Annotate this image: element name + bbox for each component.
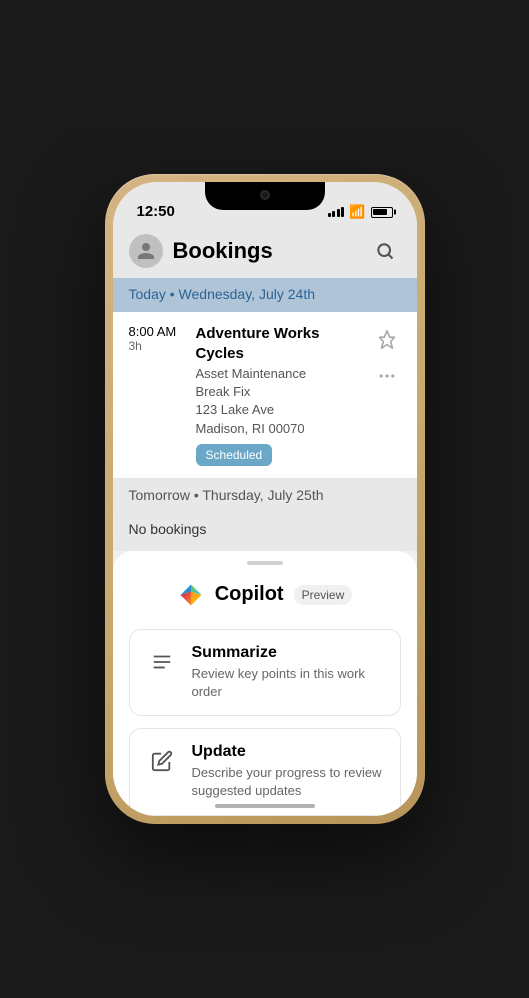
today-label: Today • Wednesday, July 24th (129, 286, 316, 302)
app-header: Bookings (113, 226, 417, 278)
tomorrow-label: Tomorrow • Thursday, July 25th (129, 487, 324, 503)
update-desc: Describe your progress to review suggest… (192, 764, 384, 800)
status-badge: Scheduled (196, 444, 273, 466)
no-bookings-text: No bookings (129, 521, 207, 537)
booking-time-main: 8:00 AM (129, 324, 184, 339)
summarize-title: Summarize (192, 644, 384, 662)
booking-card[interactable]: 8:00 AM 3h Adventure Works Cycles Asset … (113, 312, 417, 479)
home-indicator (215, 804, 315, 808)
wifi-icon: 📶 (349, 204, 365, 220)
booking-details: Adventure Works Cycles Asset Maintenance… (196, 324, 361, 466)
preview-badge: Preview (294, 585, 353, 605)
update-action-card[interactable]: Update Describe your progress to review … (129, 728, 401, 815)
update-title: Update (192, 743, 384, 761)
booking-duration: 3h (129, 339, 184, 353)
update-icon (146, 745, 178, 777)
no-bookings-section: No bookings (113, 513, 417, 551)
more-options-icon[interactable] (373, 362, 401, 390)
summarize-desc: Review key points in this work order (192, 665, 384, 701)
summarize-action-card[interactable]: Summarize Review key points in this work… (129, 629, 401, 716)
signal-icon (328, 207, 345, 217)
booking-time: 8:00 AM 3h (129, 324, 184, 353)
summarize-icon (146, 646, 178, 678)
copilot-header: Copilot Preview (129, 581, 401, 609)
phone-frame: 12:50 📶 (105, 174, 425, 824)
navigation-icon[interactable] (373, 326, 401, 354)
notch (205, 182, 325, 210)
today-banner: Today • Wednesday, July 24th (113, 278, 417, 312)
front-camera (260, 190, 270, 200)
battery-icon (371, 207, 393, 218)
header-left: Bookings (129, 234, 273, 268)
booking-service: Asset Maintenance Break Fix 123 Lake Ave… (196, 365, 361, 438)
phone-screen: 12:50 📶 (113, 182, 417, 816)
avatar[interactable] (129, 234, 163, 268)
status-icons: 📶 (328, 204, 393, 220)
status-time: 12:50 (137, 203, 175, 220)
sheet-handle (247, 561, 283, 565)
page-title: Bookings (173, 238, 273, 264)
summarize-text: Summarize Review key points in this work… (192, 644, 384, 701)
search-button[interactable] (369, 235, 401, 267)
booking-company: Adventure Works Cycles (196, 324, 361, 363)
copilot-logo-icon (177, 581, 205, 609)
copilot-sheet: Copilot Preview Summarize Review k (113, 551, 417, 816)
copilot-title: Copilot (215, 583, 284, 606)
app-content: Bookings Today • Wednesday, July 24th 8:… (113, 226, 417, 816)
tomorrow-section-header: Tomorrow • Thursday, July 25th (113, 479, 417, 513)
booking-actions (373, 324, 401, 390)
update-text: Update Describe your progress to review … (192, 743, 384, 800)
